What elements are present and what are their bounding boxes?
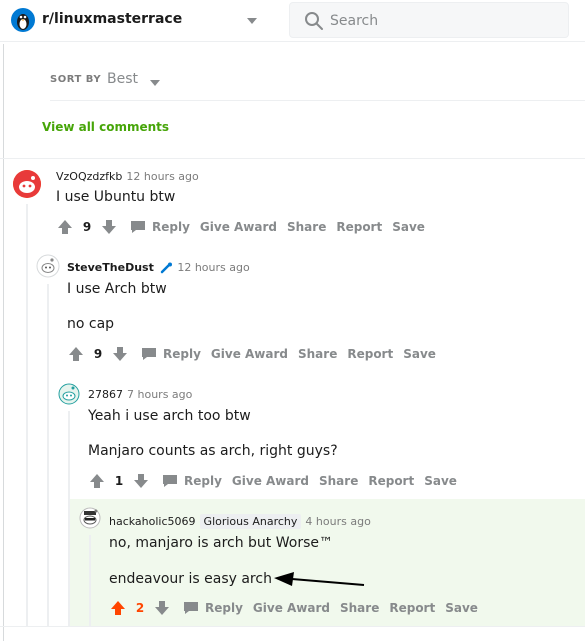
avatar[interactable] [13,170,41,198]
comment-actions: 2 Reply Give Award Share Report Save [109,597,478,619]
comment-actions: 9 Reply Give Award Share Report Save [67,343,436,365]
comment-author[interactable]: hackaholic5069 [109,515,196,528]
chevron-down-icon[interactable] [149,75,161,86]
report-button[interactable]: Report [336,220,382,234]
give-award-button[interactable]: Give Award [211,347,288,361]
comment-icon [183,601,199,615]
save-button[interactable]: Save [403,347,436,361]
search-icon [304,11,324,31]
vote-score: 9 [82,220,92,234]
comment-time[interactable]: 12 hours ago [126,170,198,183]
comment-time[interactable]: 12 hours ago [177,261,249,274]
comment-time[interactable]: 4 hours ago [305,515,370,528]
comment-text: no, manjaro is arch but Worse™ [109,535,333,551]
comment-time[interactable]: 7 hours ago [127,388,192,401]
top-header: r/linuxmasterrace [0,0,585,42]
comment-text: endeavour is easy arch [109,571,272,587]
give-award-button[interactable]: Give Award [253,601,330,615]
chevron-down-icon[interactable] [246,14,258,26]
avatar[interactable] [58,383,80,405]
comment-author[interactable]: 27867 [88,388,123,401]
comment-meta: VzOQzdzfkb 12 hours ago [56,170,199,183]
downvote-icon[interactable] [153,599,171,617]
comment-actions: 1 Reply Give Award Share Report Save [88,470,457,492]
sort-dropdown[interactable]: Best [107,71,138,87]
reply-button[interactable]: Reply [183,601,243,615]
comment-meta: hackaholic5069 Glorious Anarchy 4 hours ag… [109,514,371,529]
report-button[interactable]: Report [368,474,414,488]
vote-score: 1 [114,474,124,488]
give-award-button[interactable]: Give Award [200,220,277,234]
save-button[interactable]: Save [445,601,478,615]
divider [0,158,585,159]
view-all-comments-link[interactable]: View all comments [42,120,169,134]
search-input[interactable] [330,11,550,31]
comment-text: Yeah i use arch too btw [88,408,251,424]
downvote-icon[interactable] [100,218,118,236]
subreddit-icon[interactable] [11,8,35,32]
subreddit-name[interactable]: r/linuxmasterrace [42,11,182,27]
comment-text: Manjaro counts as arch, right guys? [88,443,338,459]
upvote-icon-active[interactable] [109,599,127,617]
upvote-icon[interactable] [88,472,106,490]
comment-text: I use Ubuntu btw [56,189,176,205]
avatar[interactable] [36,254,60,278]
thread-line[interactable] [68,411,70,626]
divider [50,100,585,101]
comment-author[interactable]: VzOQzdzfkb [56,170,122,183]
comment-meta: SteveTheDust 12 hours ago [67,261,250,274]
arrow-annotation [272,572,368,590]
user-flair: Glorious Anarchy [199,514,302,529]
vote-score: 9 [93,347,103,361]
thread-line[interactable] [26,204,28,626]
upvote-icon[interactable] [56,218,74,236]
give-award-button[interactable]: Give Award [232,474,309,488]
comment-icon [141,347,157,361]
downvote-icon[interactable] [111,345,129,363]
share-button[interactable]: Share [340,601,379,615]
microphone-icon [159,262,173,274]
comment-author[interactable]: SteveTheDust [67,261,154,274]
reply-button[interactable]: Reply [130,220,190,234]
comment-meta: 27867 7 hours ago [88,388,192,401]
divider [0,626,585,627]
report-button[interactable]: Report [347,347,393,361]
share-button[interactable]: Share [319,474,358,488]
search-box[interactable] [289,2,569,38]
sort-label: SORT BY [50,74,102,85]
reply-button[interactable]: Reply [141,347,201,361]
vote-score: 2 [135,601,145,615]
save-button[interactable]: Save [392,220,425,234]
avatar[interactable] [79,507,101,529]
thread-line[interactable] [89,535,91,626]
reply-button[interactable]: Reply [162,474,222,488]
share-button[interactable]: Share [298,347,337,361]
share-button[interactable]: Share [287,220,326,234]
save-button[interactable]: Save [424,474,457,488]
downvote-icon[interactable] [132,472,150,490]
upvote-icon[interactable] [67,345,85,363]
thread-line[interactable] [47,284,49,626]
comment-icon [162,474,178,488]
comment-text: no cap [67,316,115,332]
page-border [3,44,4,641]
comment-actions: 9 Reply Give Award Share Report Save [56,216,425,238]
comment-text: I use Arch btw [67,281,167,297]
report-button[interactable]: Report [389,601,435,615]
comment-icon [130,220,146,234]
